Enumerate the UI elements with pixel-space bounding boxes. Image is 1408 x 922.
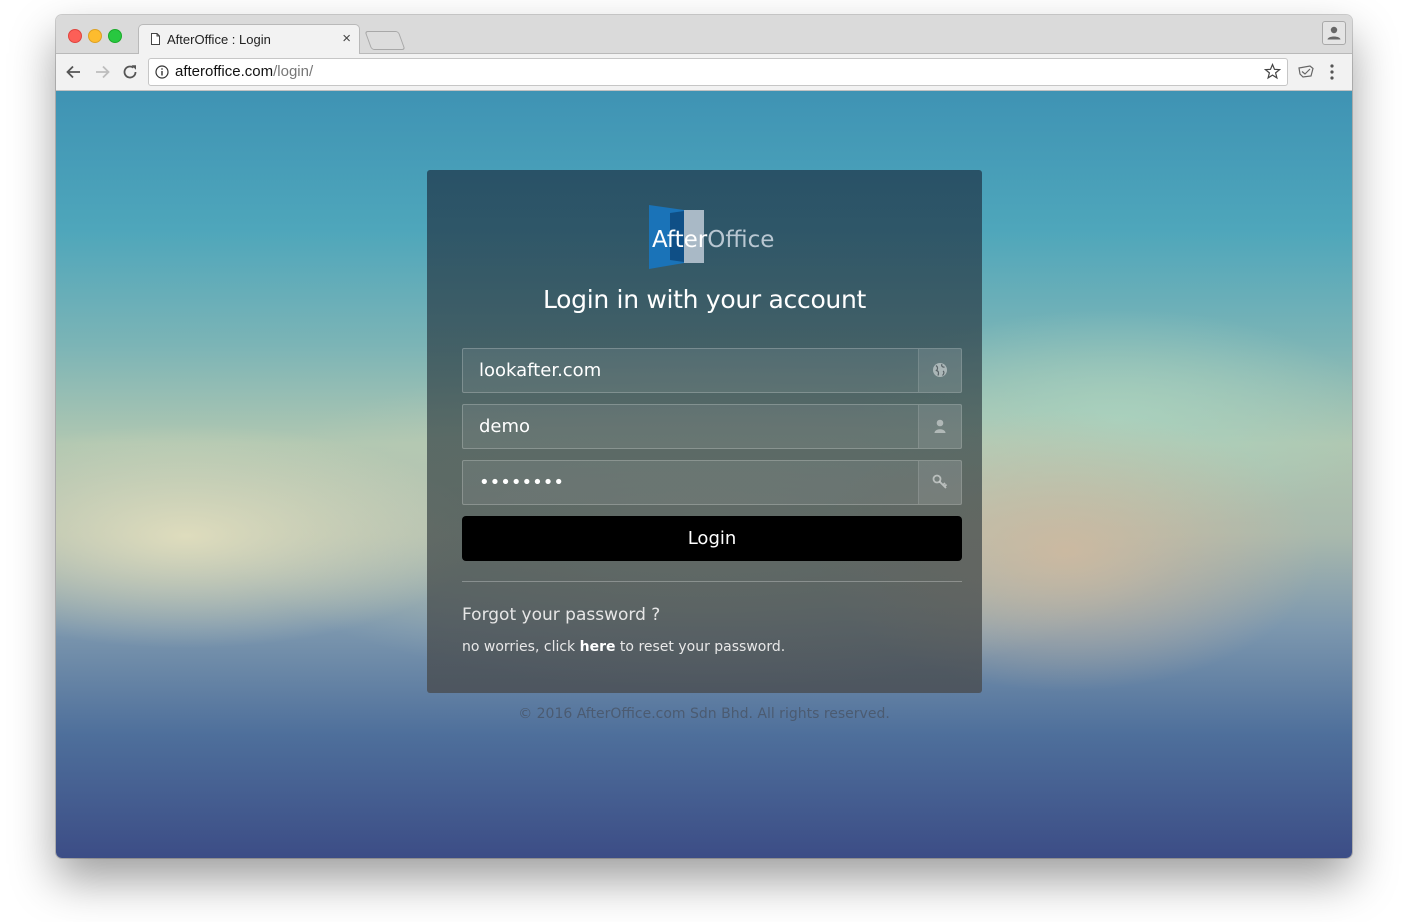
login-page: AfterOffice Login in with your account l… <box>56 91 1352 858</box>
back-icon[interactable] <box>64 62 84 82</box>
close-tab-icon[interactable]: × <box>342 30 351 47</box>
minimize-window-button[interactable] <box>88 29 102 43</box>
logo-wordmark: AfterOffice <box>652 227 774 253</box>
bookmark-star-icon[interactable] <box>1264 63 1281 80</box>
profile-button[interactable] <box>1322 21 1346 45</box>
close-window-button[interactable] <box>68 29 82 43</box>
tab-title: AfterOffice : Login <box>167 32 271 47</box>
afteroffice-logo: AfterOffice <box>646 205 781 269</box>
domain-input[interactable] <box>463 349 903 392</box>
new-tab-button[interactable] <box>364 31 406 50</box>
tab-strip: AfterOffice : Login × <box>56 15 1352 55</box>
username-field <box>462 404 962 449</box>
copyright-footer: © 2016 AfterOffice.com Sdn Bhd. All righ… <box>518 706 890 722</box>
divider <box>462 581 962 582</box>
username-addon <box>918 405 961 448</box>
forward-icon[interactable] <box>92 62 112 82</box>
login-card: AfterOffice Login in with your account l… <box>427 170 982 693</box>
key-icon <box>932 474 948 489</box>
forgot-prefix: no worries, click <box>462 639 580 655</box>
zoom-window-button[interactable] <box>108 29 122 43</box>
url-text: afteroffice.com/login/ <box>175 63 313 80</box>
reload-icon[interactable] <box>120 62 140 82</box>
forgot-suffix: to reset your password. <box>615 639 786 655</box>
username-input[interactable] <box>463 405 903 448</box>
info-icon[interactable] <box>155 65 169 79</box>
globe-icon <box>933 363 947 377</box>
more-menu-icon[interactable] <box>1329 63 1335 81</box>
page-icon <box>151 33 160 45</box>
login-button[interactable]: Login <box>462 516 962 561</box>
user-icon <box>934 419 946 433</box>
browser-window: AfterOffice : Login × afteroffice.com/lo… <box>56 15 1352 858</box>
password-input[interactable] <box>463 461 903 504</box>
tab-afteroffice-login[interactable]: AfterOffice : Login × <box>138 24 360 55</box>
url-path: /login/ <box>273 63 314 80</box>
logo-after: After <box>652 227 708 253</box>
extension-icon[interactable] <box>1297 63 1315 80</box>
logo-office: Office <box>707 227 775 253</box>
address-bar[interactable]: afteroffice.com/login/ <box>148 58 1288 86</box>
domain-field <box>462 348 962 393</box>
url-host: afteroffice.com <box>175 63 274 80</box>
domain-addon <box>918 349 961 392</box>
reset-password-link[interactable]: here <box>580 639 616 655</box>
browser-toolbar: afteroffice.com/login/ <box>56 54 1352 91</box>
password-field <box>462 460 962 505</box>
login-heading: Login in with your account <box>542 285 867 314</box>
person-icon <box>1327 26 1341 40</box>
forgot-password-heading: Forgot your password ? <box>462 605 661 625</box>
password-addon <box>918 461 961 504</box>
forgot-password-text: no worries, click here to reset your pas… <box>462 639 785 655</box>
